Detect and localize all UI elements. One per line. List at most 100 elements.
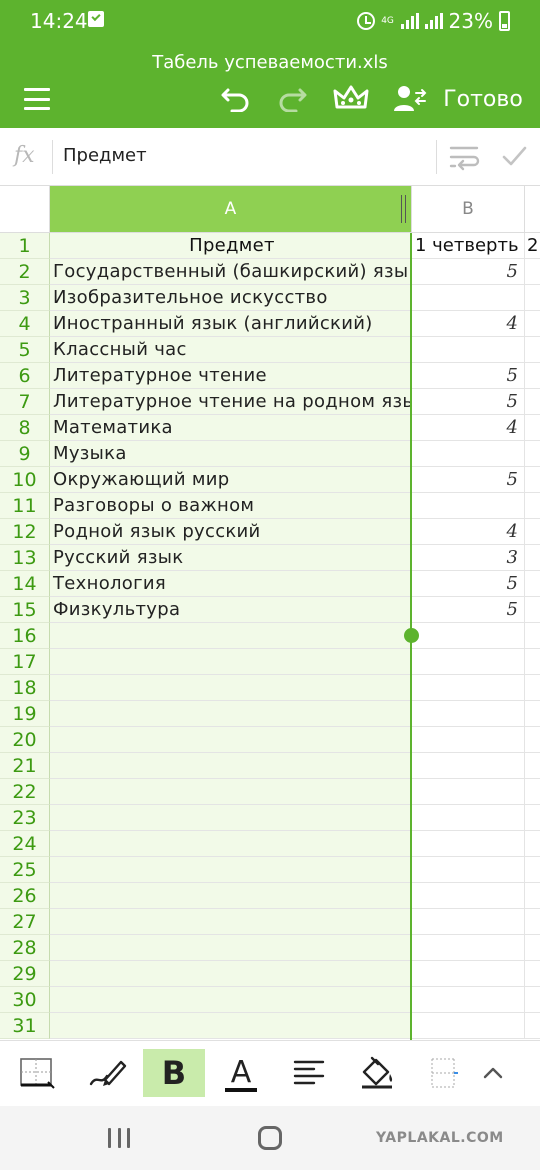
cell-b[interactable] bbox=[412, 883, 525, 909]
row-header[interactable]: 31 bbox=[0, 1013, 50, 1039]
row-header[interactable]: 27 bbox=[0, 909, 50, 935]
cell-c[interactable] bbox=[525, 519, 540, 545]
cell-a[interactable]: Технология bbox=[50, 571, 412, 597]
cell-c[interactable] bbox=[525, 961, 540, 987]
cell-a[interactable] bbox=[50, 779, 412, 805]
row-header[interactable]: 15 bbox=[0, 597, 50, 623]
cell-b[interactable]: 5 bbox=[412, 259, 525, 285]
cell-b[interactable] bbox=[412, 831, 525, 857]
done-button[interactable]: Готово bbox=[440, 84, 526, 114]
cell-b[interactable]: 5 bbox=[412, 571, 525, 597]
cell-a[interactable] bbox=[50, 623, 412, 649]
column-header-a[interactable]: A bbox=[50, 186, 412, 233]
row-header[interactable]: 13 bbox=[0, 545, 50, 571]
column-header-b[interactable]: B bbox=[412, 186, 525, 233]
cell-a[interactable]: Литературное чтение bbox=[50, 363, 412, 389]
column-header-c[interactable] bbox=[525, 186, 540, 233]
row-header[interactable]: 2 bbox=[0, 259, 50, 285]
row-header[interactable]: 20 bbox=[0, 727, 50, 753]
pen-button[interactable] bbox=[76, 1049, 138, 1097]
cell-a[interactable] bbox=[50, 649, 412, 675]
cell-b[interactable] bbox=[412, 961, 525, 987]
cell-b[interactable] bbox=[412, 779, 525, 805]
cell-a[interactable]: Литературное чтение на родном языке bbox=[50, 389, 412, 415]
row-header[interactable]: 3 bbox=[0, 285, 50, 311]
cell-a-header[interactable]: Предмет bbox=[50, 233, 412, 259]
cell-a[interactable] bbox=[50, 675, 412, 701]
cell-b[interactable] bbox=[412, 649, 525, 675]
cell-a[interactable] bbox=[50, 961, 412, 987]
cell-a[interactable]: Музыка bbox=[50, 441, 412, 467]
row-header[interactable]: 6 bbox=[0, 363, 50, 389]
home-icon[interactable] bbox=[258, 1126, 282, 1150]
cell-b[interactable]: 5 bbox=[412, 467, 525, 493]
cell-b[interactable] bbox=[412, 285, 525, 311]
cell-c[interactable] bbox=[525, 675, 540, 701]
cell-c[interactable] bbox=[525, 909, 540, 935]
cell-c[interactable] bbox=[525, 311, 540, 337]
cell-b[interactable] bbox=[412, 935, 525, 961]
row-header[interactable]: 5 bbox=[0, 337, 50, 363]
cell-b[interactable] bbox=[412, 337, 525, 363]
cell-c[interactable] bbox=[525, 623, 540, 649]
cell-c[interactable] bbox=[525, 545, 540, 571]
cell-a[interactable]: Русский язык bbox=[50, 545, 412, 571]
cell-c[interactable] bbox=[525, 831, 540, 857]
cell-c[interactable] bbox=[525, 701, 540, 727]
cell-b[interactable] bbox=[412, 441, 525, 467]
cell-c-header[interactable]: 2 bbox=[525, 233, 540, 259]
cell-a[interactable] bbox=[50, 753, 412, 779]
cell-a[interactable] bbox=[50, 909, 412, 935]
cell-c[interactable] bbox=[525, 1013, 540, 1039]
cell-c[interactable] bbox=[525, 571, 540, 597]
cell-c[interactable] bbox=[525, 597, 540, 623]
row-header[interactable]: 1 bbox=[0, 233, 50, 259]
font-color-button[interactable]: A bbox=[210, 1049, 272, 1097]
bold-button[interactable]: B bbox=[143, 1049, 205, 1097]
cell-b[interactable] bbox=[412, 623, 525, 649]
row-header[interactable]: 24 bbox=[0, 831, 50, 857]
row-header[interactable]: 8 bbox=[0, 415, 50, 441]
row-header[interactable]: 25 bbox=[0, 857, 50, 883]
cell-a[interactable]: Физкультура bbox=[50, 597, 412, 623]
cell-b[interactable] bbox=[412, 727, 525, 753]
cell-b-header[interactable]: 1 четверть bbox=[412, 233, 525, 259]
cell-b[interactable] bbox=[412, 987, 525, 1013]
cell-c[interactable] bbox=[525, 883, 540, 909]
cell-c[interactable] bbox=[525, 805, 540, 831]
row-header[interactable]: 16 bbox=[0, 623, 50, 649]
row-header[interactable]: 18 bbox=[0, 675, 50, 701]
cell-b[interactable] bbox=[412, 675, 525, 701]
crown-icon[interactable] bbox=[332, 82, 370, 114]
cell-b[interactable]: 4 bbox=[412, 311, 525, 337]
recents-icon[interactable] bbox=[108, 1128, 130, 1150]
cell-c[interactable] bbox=[525, 259, 540, 285]
align-button[interactable] bbox=[278, 1049, 340, 1097]
row-header[interactable]: 11 bbox=[0, 493, 50, 519]
cell-b[interactable] bbox=[412, 805, 525, 831]
cell-b[interactable]: 5 bbox=[412, 597, 525, 623]
cell-a[interactable]: Математика bbox=[50, 415, 412, 441]
fill-color-button[interactable] bbox=[346, 1049, 408, 1097]
cell-b[interactable]: 3 bbox=[412, 545, 525, 571]
cell-c[interactable] bbox=[525, 935, 540, 961]
cell-c[interactable] bbox=[525, 727, 540, 753]
cell-b[interactable] bbox=[412, 1013, 525, 1039]
cell-a[interactable] bbox=[50, 701, 412, 727]
cell-c[interactable] bbox=[525, 415, 540, 441]
row-header[interactable]: 12 bbox=[0, 519, 50, 545]
row-header[interactable]: 28 bbox=[0, 935, 50, 961]
cell-b[interactable] bbox=[412, 701, 525, 727]
cell-a[interactable] bbox=[50, 857, 412, 883]
cell-a[interactable]: Государственный (башкирский) язык bbox=[50, 259, 412, 285]
cell-c[interactable] bbox=[525, 857, 540, 883]
spreadsheet-grid[interactable]: A B 1 Предмет 1 четверть 2 2 Государственный … bbox=[0, 186, 540, 1040]
cell-c[interactable] bbox=[525, 389, 540, 415]
cell-b[interactable]: 5 bbox=[412, 389, 525, 415]
cell-b[interactable]: 5 bbox=[412, 363, 525, 389]
cell-b[interactable] bbox=[412, 493, 525, 519]
formula-input[interactable]: Предмет bbox=[63, 145, 147, 166]
cell-c[interactable] bbox=[525, 987, 540, 1013]
row-header[interactable]: 22 bbox=[0, 779, 50, 805]
cell-c[interactable] bbox=[525, 285, 540, 311]
